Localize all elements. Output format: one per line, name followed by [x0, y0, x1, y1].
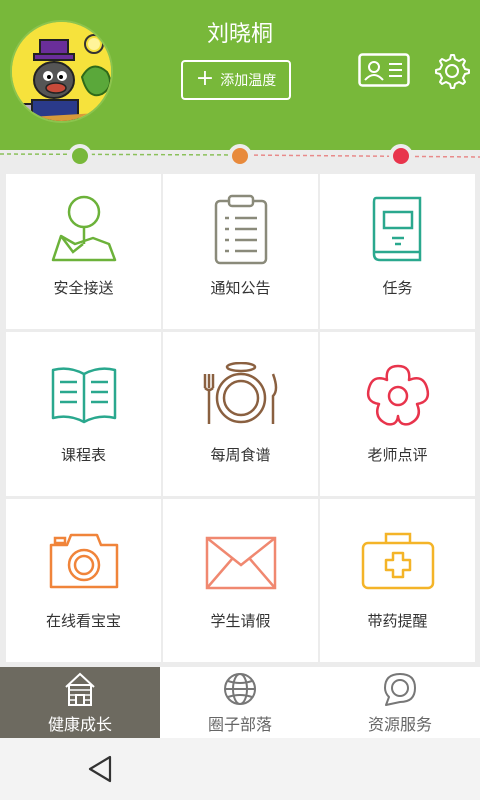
- tab-label: 圈子部落: [207, 715, 272, 734]
- add-temperature-button[interactable]: + 添加温度: [181, 60, 291, 100]
- flower-icon: [366, 364, 429, 426]
- grid-item-watch-baby-online[interactable]: 在线看宝宝: [6, 499, 161, 662]
- tab-label: 健康成长: [47, 715, 112, 734]
- grid-item-tasks[interactable]: 任务: [320, 174, 475, 329]
- grid-item-label: 带药提醒: [367, 612, 428, 630]
- grid-item-student-leave[interactable]: 学生请假: [163, 499, 318, 662]
- tab-health-growth[interactable]: 健康成长: [0, 667, 160, 738]
- tab-resource-service[interactable]: 资源服务: [320, 667, 480, 738]
- bottom-tab-bar: 健康成长 圈子部落 资源服务: [0, 667, 480, 738]
- timeline-dot-3: [389, 144, 413, 168]
- id-card-icon[interactable]: [358, 53, 410, 87]
- grid-item-label: 安全接送: [53, 279, 114, 297]
- tab-circle-tribe[interactable]: 圈子部落: [160, 667, 320, 738]
- grid-item-safe-pickup[interactable]: 安全接送: [6, 174, 161, 329]
- grid-item-medicine-reminder[interactable]: 带药提醒: [320, 499, 475, 662]
- grid-item-teacher-review[interactable]: 老师点评: [320, 332, 475, 496]
- grid-item-timetable[interactable]: 课程表: [6, 332, 161, 496]
- clipboard-icon: [214, 194, 267, 265]
- timeline-dot-2: [228, 144, 252, 168]
- grid-item-label: 学生请假: [210, 612, 271, 630]
- system-nav-bar: [0, 738, 480, 800]
- timeline-dot-1: [68, 144, 92, 168]
- back-icon[interactable]: [86, 754, 114, 784]
- grid-item-label: 老师点评: [367, 446, 428, 464]
- grid-item-notices[interactable]: 通知公告: [163, 174, 318, 329]
- grid-item-weekly-menu[interactable]: 每周食谱: [163, 332, 318, 496]
- tab-label: 资源服务: [367, 715, 432, 734]
- timeline-strip: [0, 144, 480, 174]
- globe-icon: [224, 673, 256, 705]
- envelope-icon: [205, 536, 276, 590]
- gear-icon[interactable]: [432, 52, 470, 90]
- plus-icon: +: [195, 66, 215, 91]
- grid-item-label: 通知公告: [210, 279, 271, 297]
- feature-grid: 安全接送 通知公告 任务 课程表 每周食谱 老师点评 在线看宝宝 学生请假 带药…: [6, 174, 475, 662]
- add-temperature-label: 添加温度: [220, 73, 277, 89]
- open-book-icon: [51, 367, 116, 424]
- book-icon: [372, 196, 421, 262]
- camera-icon: [49, 533, 118, 589]
- medical-kit-icon: [361, 532, 434, 590]
- chat-bubble-icon: [384, 673, 416, 706]
- grid-item-label: 任务: [382, 279, 413, 297]
- profile-header: 刘晓桐 + 添加温度: [0, 0, 480, 150]
- grid-item-label: 在线看宝宝: [45, 612, 121, 630]
- plate-cutlery-icon: [203, 362, 277, 424]
- house-icon: [65, 672, 95, 706]
- grid-item-label: 每周食谱: [210, 446, 271, 464]
- user-name: 刘晓桐: [206, 22, 273, 47]
- map-pin-icon: [51, 195, 116, 262]
- grid-item-label: 课程表: [60, 446, 106, 464]
